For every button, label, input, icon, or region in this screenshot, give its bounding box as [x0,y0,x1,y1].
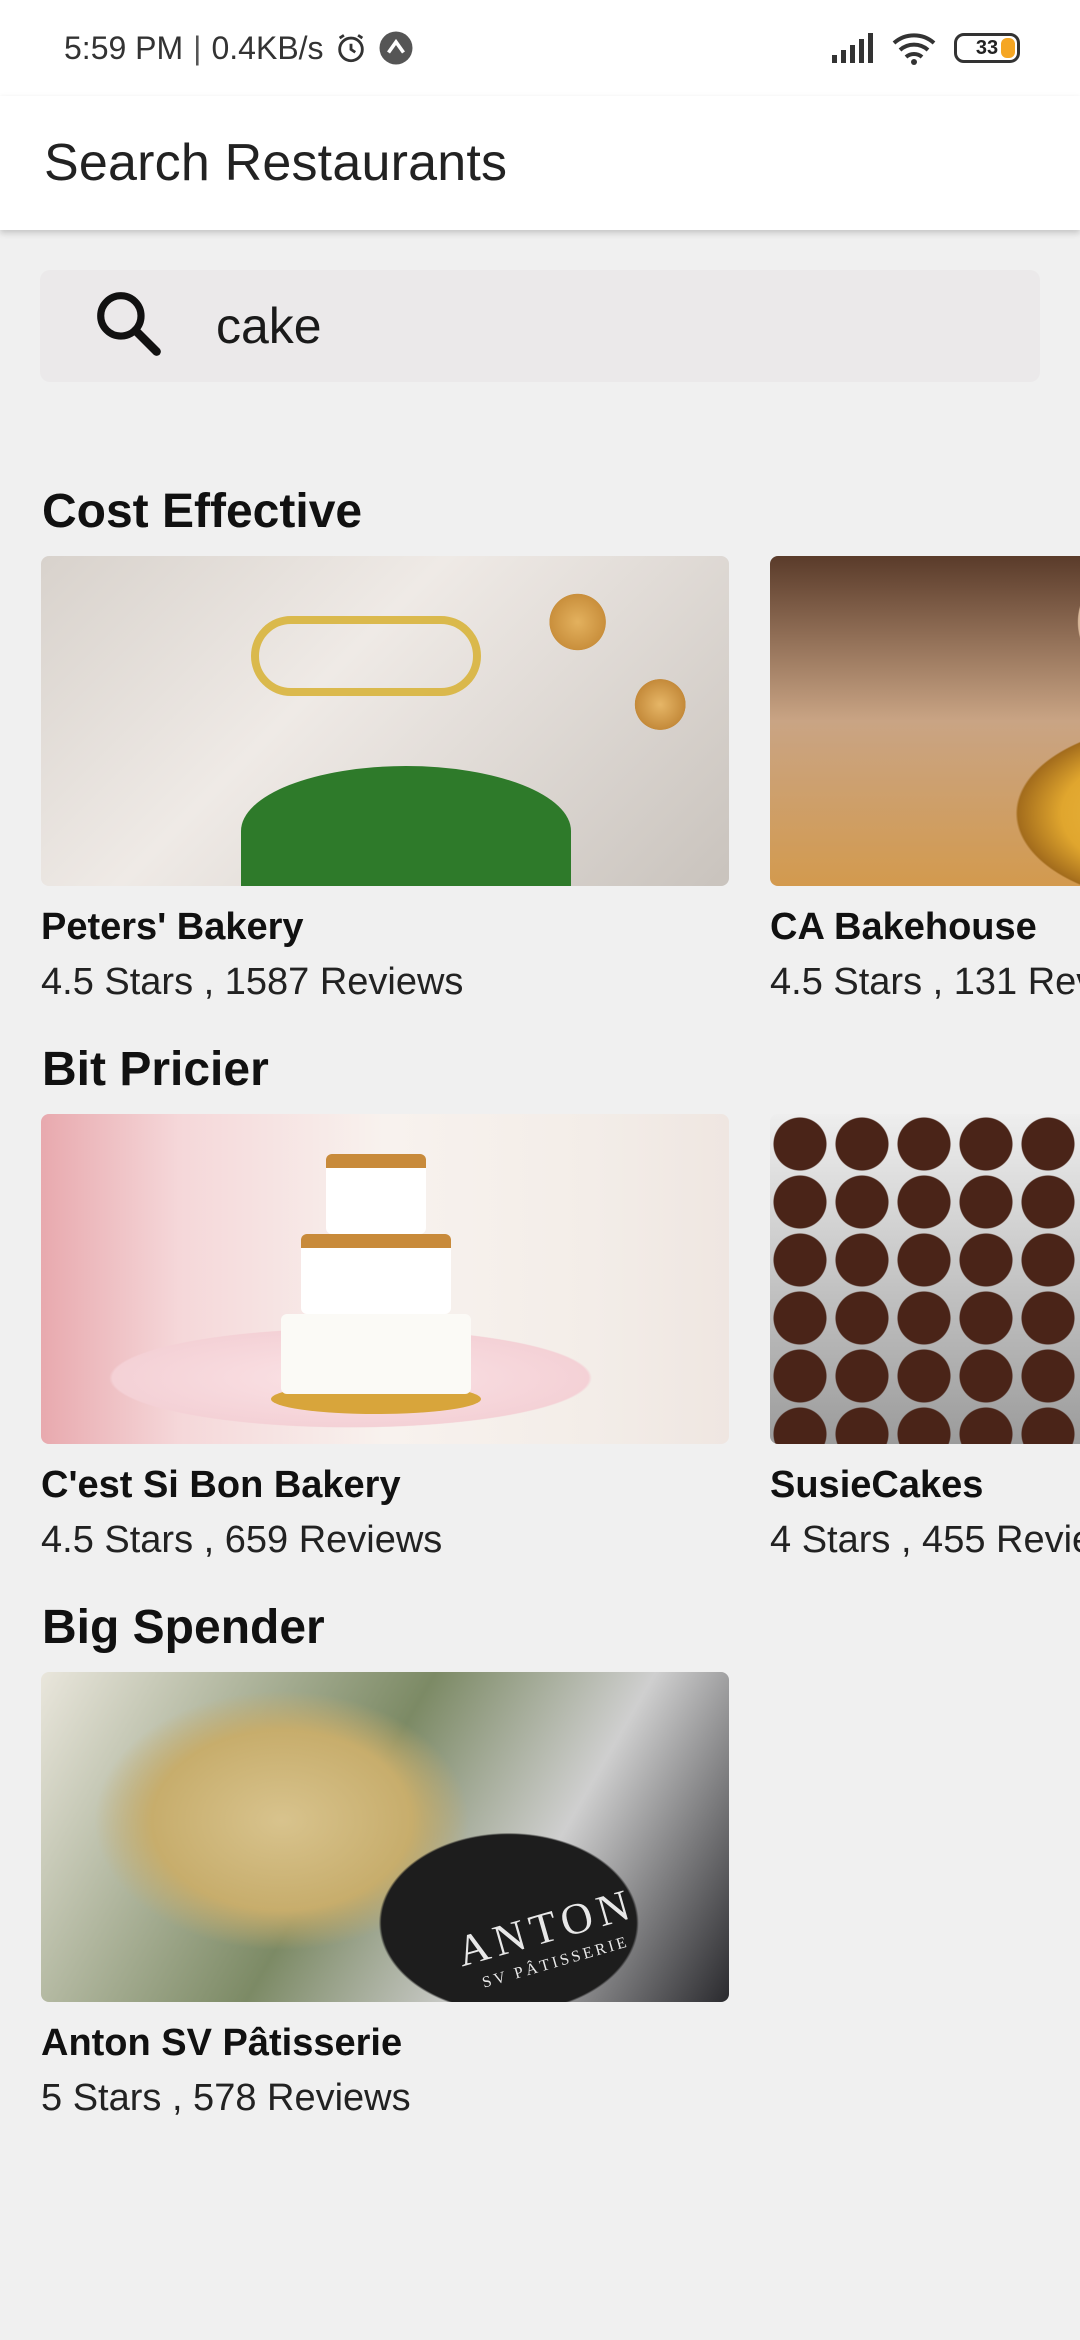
restaurant-row-bit-pricier[interactable]: C'est Si Bon Bakery 4.5 Stars , 659 Revi… [0,1114,1080,1584]
search-input[interactable] [216,297,976,355]
cake-tier-shape [281,1314,471,1394]
restaurant-image[interactable] [41,1114,729,1444]
battery-level [1001,38,1015,58]
cake-tier-shape [326,1154,426,1234]
status-separator: | [193,29,202,66]
restaurant-card[interactable]: C'est Si Bon Bakery 4.5 Stars , 659 Revi… [41,1114,729,1562]
wifi-icon [892,31,936,65]
section-title-cost-effective: Cost Effective [42,485,363,538]
status-time: 5:59 PM [64,29,184,66]
cake-shape [241,766,571,886]
restaurant-name: CA Bakehouse [770,906,1037,948]
battery-icon: 33 [954,33,1020,63]
restaurant-name: C'est Si Bon Bakery [41,1464,401,1506]
section-title-big-spender: Big Spender [42,1601,325,1654]
restaurant-image[interactable]: ANTON SV PÂTISSERIE [41,1672,729,2002]
restaurant-rating: 4.5 Stars , 659 Reviews [41,1519,443,1561]
status-left: 5:59 PM | 0.4KB/s [64,30,414,67]
signal-icon [832,33,874,63]
restaurant-card[interactable]: ANTON SV PÂTISSERIE Anton SV Pâtisserie … [41,1672,729,2120]
restaurant-name: Anton SV Pâtisserie [41,2022,403,2064]
alarm-icon [334,31,368,65]
section-title-bit-pricier: Bit Pricier [42,1043,269,1096]
search-icon[interactable] [90,285,168,368]
status-net-speed: 0.4KB/s [211,29,324,66]
restaurant-row-big-spender[interactable]: ANTON SV PÂTISSERIE Anton SV Pâtisserie … [0,1672,1080,2142]
restaurant-rating: 4.5 Stars , 131 Reviews [770,961,1080,1003]
app-bar: Search Restaurants [0,96,1080,230]
search-bar[interactable] [40,270,1040,382]
restaurant-image[interactable] [770,1114,1080,1444]
page-title: Search Restaurants [44,134,508,192]
restaurant-image[interactable] [41,556,729,886]
status-bar: 5:59 PM | 0.4KB/s 33 [0,0,1080,96]
restaurant-card[interactable]: Peters' Bakery 4.5 Stars , 1587 Reviews [41,556,729,1004]
cake-topper-shape [251,616,481,696]
restaurant-name: SusieCakes [770,1464,984,1506]
restaurant-image[interactable] [770,556,1080,886]
restaurant-rating: 4 Stars , 455 Reviews [770,1519,1080,1561]
restaurant-card[interactable]: SusieCakes 4 Stars , 455 Reviews [770,1114,1080,1562]
battery-percent: 33 [975,36,999,59]
restaurant-row-cost-effective[interactable]: Peters' Bakery 4.5 Stars , 1587 Reviews … [0,556,1080,1026]
status-right: 33 [832,31,1020,65]
app-notification-icon [378,30,414,66]
restaurant-rating: 4.5 Stars , 1587 Reviews [41,961,464,1003]
restaurant-card[interactable]: CA Bakehouse 4.5 Stars , 131 Reviews [770,556,1080,1004]
restaurant-name: Peters' Bakery [41,906,304,948]
cake-tier-shape [301,1234,451,1314]
restaurant-rating: 5 Stars , 578 Reviews [41,2077,411,2119]
